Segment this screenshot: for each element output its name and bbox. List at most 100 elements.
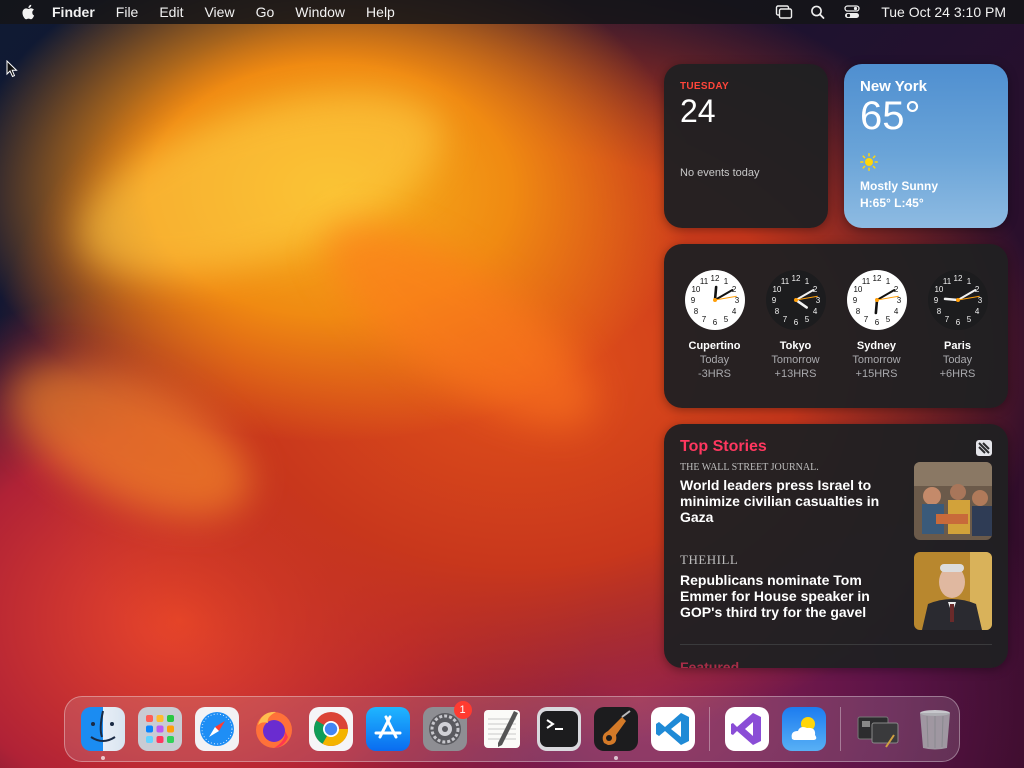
svg-text:12: 12 <box>791 274 800 283</box>
svg-text:10: 10 <box>853 285 862 294</box>
svg-text:5: 5 <box>804 315 809 324</box>
clock-day: Today <box>699 354 730 366</box>
search-icon[interactable] <box>809 4 827 20</box>
svg-text:5: 5 <box>723 315 728 324</box>
analog-clock-icon: 1234567891011 12 <box>684 270 745 330</box>
menu-app-name[interactable]: Finder <box>52 0 95 24</box>
terminal-icon <box>536 707 581 751</box>
news-divider <box>680 644 992 645</box>
dock-textedit[interactable] <box>480 707 524 751</box>
svg-text:4: 4 <box>893 307 898 316</box>
svg-text:1: 1 <box>966 277 971 286</box>
clock-offset: -3HRS <box>697 368 731 380</box>
dock-firefox[interactable] <box>252 707 296 751</box>
screen-mirroring-icon[interactable] <box>775 4 793 20</box>
menu-view[interactable]: View <box>204 0 234 24</box>
finder-icon <box>80 707 125 751</box>
dock-system-settings[interactable]: 1 <box>422 701 472 751</box>
svg-text:8: 8 <box>936 307 941 316</box>
menu-bar: Finder File Edit View Go Window Help Tue… <box>0 0 1024 24</box>
weather-temperature: 65° <box>860 94 921 138</box>
clock-city: Paris <box>944 340 971 352</box>
dock-finder[interactable] <box>80 707 125 760</box>
news-widget-title: Top Stories <box>680 438 767 455</box>
svg-text:1: 1 <box>804 277 809 286</box>
dock-separator <box>709 707 710 751</box>
dock-vscode[interactable] <box>650 707 695 751</box>
menu-edit[interactable]: Edit <box>159 0 183 24</box>
weather-city: New York <box>860 78 927 95</box>
svg-text:11: 11 <box>699 277 708 286</box>
world-clock-tokyo: 1 2 3 4 5 6 7 8 9 10 11 12 Tokyo Tomorrow +13HRS <box>758 268 834 408</box>
running-indicator <box>100 756 105 760</box>
chrome-icon <box>308 707 353 751</box>
calendar-day-number: 24 <box>680 93 716 129</box>
clock-offset: +13HRS <box>774 368 817 380</box>
svg-text:10: 10 <box>934 285 943 294</box>
trash-icon <box>919 710 950 750</box>
news-thumbnail <box>914 552 992 630</box>
menu-help[interactable]: Help <box>366 0 395 24</box>
menu-go[interactable]: Go <box>256 0 275 24</box>
svg-text:3: 3 <box>977 296 982 305</box>
menu-bar-clock[interactable]: Tue Oct 24 3:10 PM <box>881 4 1006 20</box>
app-store-icon <box>365 707 410 751</box>
svg-text:11: 11 <box>861 277 870 286</box>
news-source: THEHILL <box>680 552 739 567</box>
dock-launchpad[interactable] <box>137 707 182 751</box>
wallpaper-highlight <box>0 330 274 550</box>
control-center-icon[interactable] <box>843 4 861 20</box>
svg-text:11: 11 <box>780 277 789 286</box>
running-indicator <box>613 756 618 760</box>
analog-clock-icon: 1234567891011 12 <box>765 270 826 330</box>
news-story[interactable]: THEHILL Republicans nominate Tom Emmer f… <box>680 552 992 630</box>
wallpaper-highlight <box>297 188 623 462</box>
svg-text:8: 8 <box>693 307 698 316</box>
svg-text:7: 7 <box>863 315 868 324</box>
dock-app-store[interactable] <box>365 707 410 751</box>
dock-visual-studio[interactable] <box>724 707 769 751</box>
world-clock-sydney: 1 2 3 4 5 6 7 8 9 10 11 12 Sydney Tomorrow +15HRS <box>839 268 915 408</box>
analog-clock-icon: 1234567891011 12 <box>927 270 988 330</box>
textedit-icon <box>483 710 520 748</box>
news-thumbnail <box>914 462 992 540</box>
news-headline[interactable]: Republicans nominate Tom Emmer for House… <box>680 572 904 620</box>
calendar-weekday: TUESDAY <box>680 81 729 92</box>
dock-chrome[interactable] <box>308 707 353 751</box>
clock-offset: +6HRS <box>939 368 976 380</box>
world-clock-widget[interactable]: 1 2 3 4 5 6 7 8 9 10 11 12 Cupertino Today -3HRS 12… <box>664 244 1008 408</box>
weather-widget[interactable]: New York 65° Mostly Sunny H:65° L:45° <box>844 64 1008 228</box>
svg-text:1: 1 <box>723 277 728 286</box>
dock-downloads-stack[interactable] <box>856 707 900 751</box>
dock-trash[interactable] <box>913 707 957 751</box>
firefox-icon <box>255 711 292 748</box>
downloads-stack-icon <box>857 716 898 748</box>
svg-text:5: 5 <box>885 315 890 324</box>
clock-day: Tomorrow <box>771 354 820 366</box>
news-headline[interactable]: World leaders press Israel to minimize c… <box>680 477 904 525</box>
weather-condition: Mostly Sunny <box>860 179 939 193</box>
svg-text:10: 10 <box>691 285 700 294</box>
clock-city: Sydney <box>856 340 897 352</box>
dock-safari[interactable] <box>194 707 239 751</box>
svg-text:5: 5 <box>966 315 971 324</box>
menu-file[interactable]: File <box>116 0 139 24</box>
svg-text:6: 6 <box>955 318 960 327</box>
menu-window[interactable]: Window <box>295 0 345 24</box>
news-story[interactable]: THE WALL STREET JOURNAL. World leaders p… <box>680 462 992 540</box>
svg-text:6: 6 <box>874 318 879 327</box>
svg-text:4: 4 <box>974 307 979 316</box>
garageband-icon <box>593 707 638 751</box>
clock-day: Today <box>942 354 973 366</box>
launchpad-icon <box>137 707 182 751</box>
calendar-widget[interactable]: TUESDAY 24 No events today <box>664 64 828 228</box>
dock-garageband[interactable] <box>593 707 638 760</box>
apple-menu-icon[interactable] <box>20 3 38 21</box>
svg-text:9: 9 <box>933 296 938 305</box>
news-widget[interactable]: Top Stories THE WALL STREET JOURNAL. Wor… <box>664 424 1008 668</box>
svg-text:12: 12 <box>710 274 719 283</box>
svg-text:12: 12 <box>953 274 962 283</box>
svg-text:8: 8 <box>774 307 779 316</box>
dock-terminal[interactable] <box>536 707 581 751</box>
dock-weather[interactable] <box>781 707 826 751</box>
